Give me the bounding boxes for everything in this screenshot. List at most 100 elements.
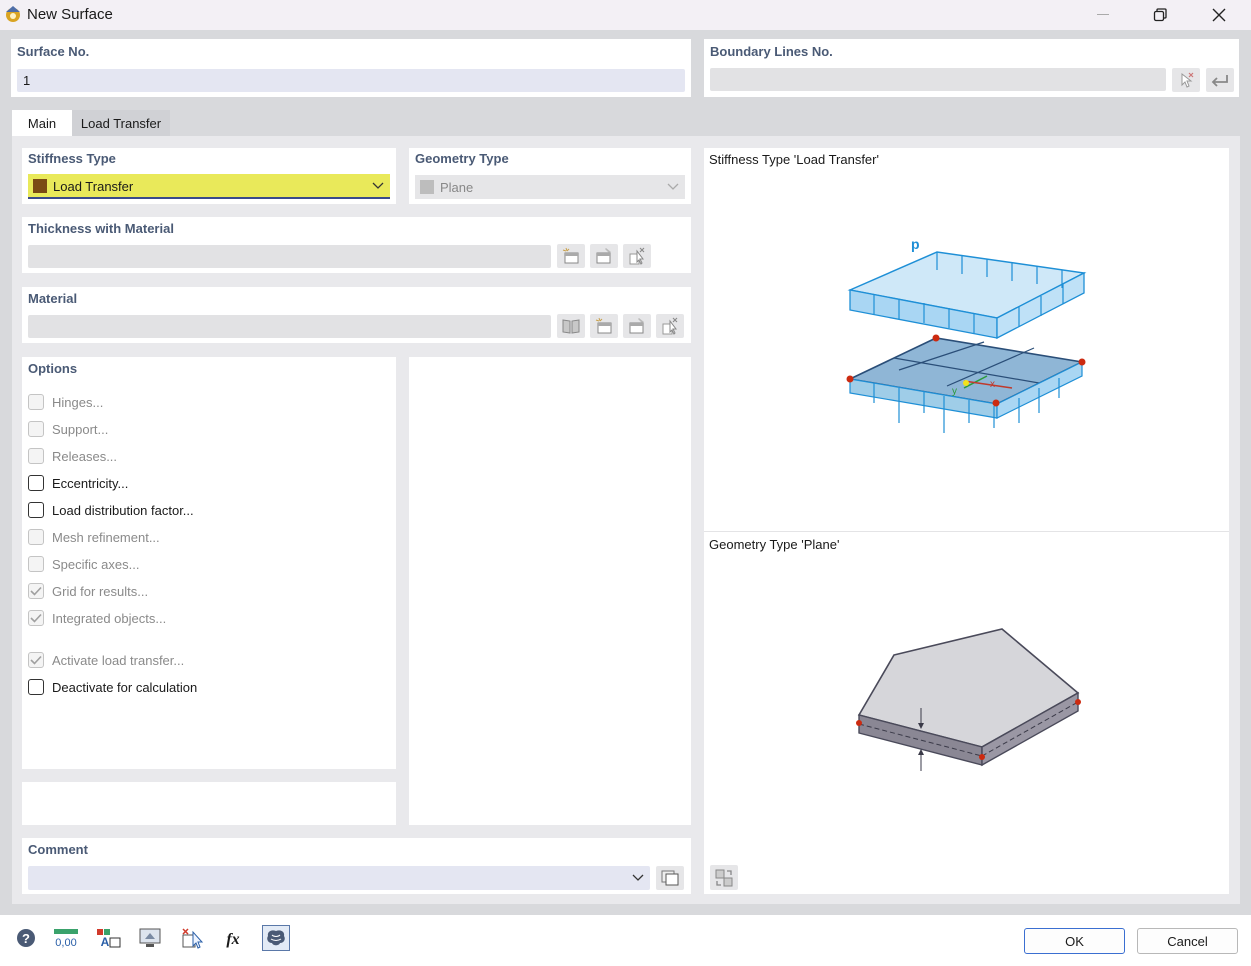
thickness-label: Thickness with Material (28, 221, 174, 236)
option-label: Integrated objects... (52, 610, 167, 626)
svg-text:?: ? (22, 931, 30, 946)
axis-y-label: y (952, 386, 957, 397)
geometry-type-select[interactable]: Plane (415, 175, 685, 199)
checkbox[interactable] (28, 448, 44, 464)
surface-no-panel: Surface No. 1 (11, 39, 691, 97)
units-button[interactable]: 0,00 (52, 925, 80, 951)
option-label: Deactivate for calculation (52, 679, 198, 695)
illustration-divider (704, 531, 1229, 532)
option-load-distribution-factor[interactable]: Load distribution factor... (28, 502, 194, 518)
option-eccentricity[interactable]: Eccentricity... (28, 475, 128, 491)
text-format-icon: A (97, 929, 121, 949)
pick-object-icon (182, 928, 204, 949)
ok-button[interactable]: OK (1024, 928, 1125, 954)
option-activate-load-transfer[interactable]: Activate load transfer... (28, 652, 184, 668)
swap-illustration-button[interactable] (710, 865, 738, 890)
option-label: Specific axes... (52, 556, 140, 572)
text-format-button[interactable]: A (94, 925, 122, 951)
checkbox[interactable] (28, 583, 44, 599)
edit-thickness-button[interactable] (590, 244, 618, 268)
stiffness-type-select[interactable]: Load Transfer (28, 174, 390, 199)
return-arrow-icon (1211, 75, 1228, 87)
option-integrated-objects[interactable]: Integrated objects... (28, 610, 166, 626)
checkbox[interactable] (28, 610, 44, 626)
app-icon (6, 6, 20, 22)
checkbox[interactable] (28, 652, 44, 668)
checkbox[interactable] (28, 502, 44, 518)
chevron-down-icon (667, 183, 679, 190)
restore-button[interactable] (1137, 0, 1183, 30)
surface-no-input[interactable]: 1 (17, 69, 685, 92)
checkbox[interactable] (28, 394, 44, 410)
option-grid-for-results[interactable]: Grid for results... (28, 583, 148, 599)
geometry-type-label: Geometry Type (415, 151, 509, 166)
material-panel: Material (22, 287, 691, 343)
close-icon (1212, 8, 1226, 22)
boundary-lines-input[interactable] (710, 68, 1166, 91)
material-label: Material (28, 291, 78, 306)
option-releases[interactable]: Releases... (28, 448, 117, 464)
stiffness-type-label: Stiffness Type (28, 151, 116, 166)
pick-object-icon (662, 317, 678, 335)
edit-window-icon (629, 318, 644, 334)
checkbox[interactable] (28, 556, 44, 572)
new-material-button[interactable] (590, 314, 618, 338)
thickness-input[interactable] (28, 245, 551, 268)
material-input[interactable] (28, 315, 551, 338)
option-label: Hinges... (52, 394, 104, 410)
pick-material-button[interactable] (656, 314, 684, 338)
title-bar: New Surface (0, 0, 1251, 30)
checkbox[interactable] (28, 679, 44, 695)
stiffness-illustration-caption: Stiffness Type 'Load Transfer' (709, 152, 879, 167)
surface-no-label: Surface No. (17, 44, 90, 59)
load-transfer-illustration: p x y (846, 236, 1087, 433)
tab-load-transfer[interactable]: Load Transfer (72, 110, 170, 136)
option-hinges[interactable]: Hinges... (28, 394, 103, 410)
option-mesh-refinement[interactable]: Mesh refinement... (28, 529, 160, 545)
option-label: Support... (52, 421, 109, 437)
option-support[interactable]: Support... (28, 421, 108, 437)
option-deactivate-for-calculation[interactable]: Deactivate for calculation (28, 679, 197, 695)
close-button[interactable] (1196, 0, 1242, 30)
pick-lines-button[interactable] (1172, 68, 1200, 92)
view-button[interactable] (136, 925, 164, 951)
material-library-button[interactable] (557, 314, 585, 338)
pick-info-button[interactable] (178, 925, 206, 951)
options-label: Options (28, 361, 78, 376)
pick-thickness-button[interactable] (623, 244, 651, 268)
tab-main-label: Main (27, 115, 57, 131)
cancel-button[interactable]: Cancel (1137, 928, 1238, 954)
tab-main[interactable]: Main (12, 110, 72, 136)
undo-selection-button[interactable] (1206, 68, 1234, 92)
checkbox[interactable] (28, 421, 44, 437)
comment-options-button[interactable] (656, 866, 684, 890)
option-label: Releases... (52, 448, 118, 464)
minimize-button[interactable] (1080, 0, 1126, 30)
checkmark-icon (30, 586, 42, 596)
svg-text:0,00: 0,00 (55, 937, 76, 949)
help-button[interactable]: ? (12, 925, 40, 951)
brain-icon (267, 930, 285, 946)
comment-input[interactable] (28, 866, 650, 890)
svg-text:fx: fx (226, 931, 239, 948)
geometry-color-swatch (420, 180, 434, 194)
help-icon: ? (17, 929, 35, 947)
new-window-icon (595, 317, 612, 334)
comment-panel: Comment (22, 838, 691, 894)
chevron-down-icon (632, 874, 644, 881)
checkmark-icon (30, 613, 42, 623)
option-specific-axes[interactable]: Specific axes... (28, 556, 139, 572)
geometry-type-panel: Geometry Type Plane (409, 148, 691, 204)
svg-text:A: A (101, 935, 110, 949)
formula-button[interactable]: fx (220, 925, 248, 951)
new-thickness-button[interactable] (557, 244, 585, 268)
window-title: New Surface (27, 6, 113, 23)
info-panel (22, 782, 396, 825)
minimize-icon (1097, 14, 1109, 15)
ai-assistant-button[interactable] (262, 925, 290, 951)
edit-material-button[interactable] (623, 314, 651, 338)
checkbox[interactable] (28, 529, 44, 545)
option-label: Activate load transfer... (52, 652, 185, 668)
checkbox[interactable] (28, 475, 44, 491)
ok-label: OK (1065, 933, 1084, 949)
